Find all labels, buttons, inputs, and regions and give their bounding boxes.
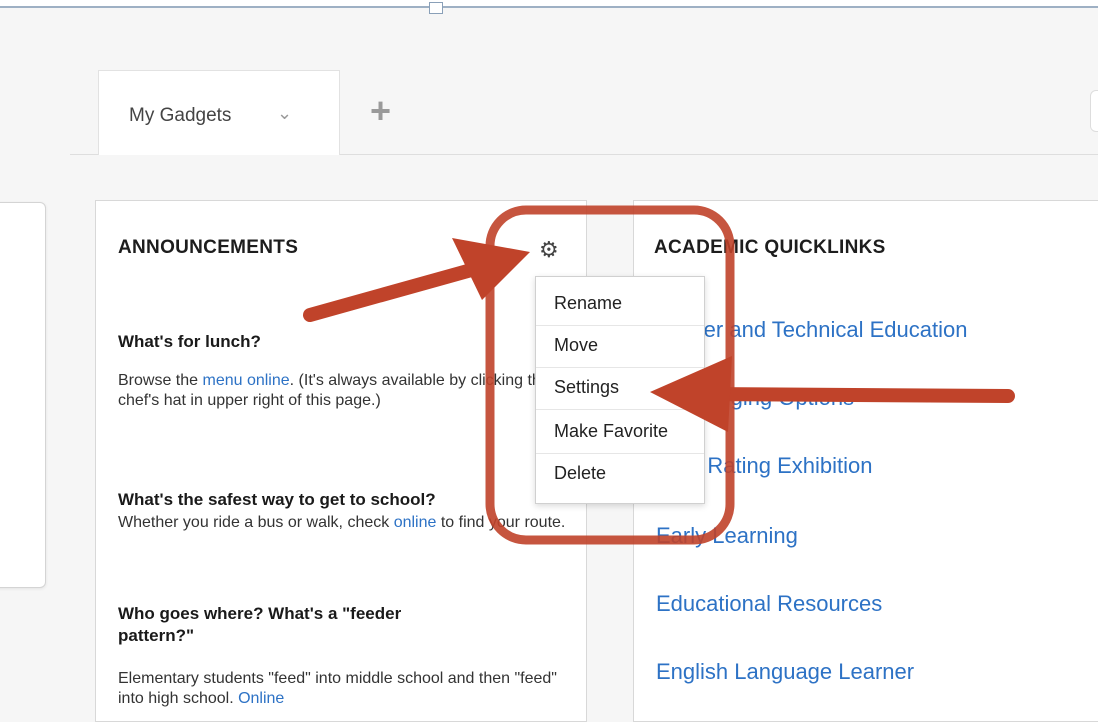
menu-item-make-favorite[interactable]: Make Favorite: [554, 421, 668, 442]
gadget-context-menu: Rename Move Settings Make Favorite Delet…: [535, 276, 705, 504]
announcement-question: Who goes where? What's a "feeder pattern…: [118, 604, 402, 645]
announcement-text: Browse the menu online. (It's always ava…: [118, 372, 550, 409]
card-title: ACADEMIC QUICKLINKS: [654, 237, 886, 258]
announcement-question: What's for lunch?: [118, 332, 261, 351]
plus-icon[interactable]: +: [370, 90, 391, 132]
divider: [536, 367, 704, 368]
gadget-tab-bar: My Gadgets ⌄ +: [70, 70, 1098, 155]
resize-handle[interactable]: [429, 2, 443, 14]
quicklink[interactable]: Educational Resources: [656, 591, 882, 617]
feeder-online-link[interactable]: Online: [238, 690, 284, 707]
divider: [536, 453, 704, 454]
announcement-text: Whether you ride a bus or walk, check on…: [118, 514, 566, 531]
gear-icon[interactable]: ⚙: [539, 237, 559, 263]
tab-my-gadgets[interactable]: My Gadgets ⌄: [98, 70, 340, 155]
announcement-text: Elementary students "feed" into middle s…: [118, 670, 557, 707]
menu-item-delete[interactable]: Delete: [554, 463, 606, 484]
chevron-down-icon[interactable]: ⌄: [277, 103, 292, 124]
quicklink[interactable]: Early Learning: [656, 523, 798, 549]
announcements-card: ANNOUNCEMENTS ⚙ What's for lunch? Browse…: [95, 200, 587, 722]
toolbar-button-partial[interactable]: [1090, 90, 1098, 132]
window-top-border: [0, 0, 1098, 8]
tab-label: My Gadgets: [129, 105, 232, 126]
menu-online-link[interactable]: menu online: [202, 372, 289, 389]
divider: [536, 409, 704, 410]
card-title: ANNOUNCEMENTS: [118, 237, 299, 258]
divider: [536, 325, 704, 326]
menu-item-rename[interactable]: Rename: [554, 293, 622, 314]
announcement-question: What's the safest way to get to school?: [118, 490, 436, 509]
menu-item-settings[interactable]: Settings: [554, 377, 619, 398]
route-online-link[interactable]: online: [394, 514, 437, 531]
menu-item-move[interactable]: Move: [554, 335, 598, 356]
side-panel: [0, 202, 46, 588]
quicklink[interactable]: English Language Learner: [656, 659, 914, 685]
